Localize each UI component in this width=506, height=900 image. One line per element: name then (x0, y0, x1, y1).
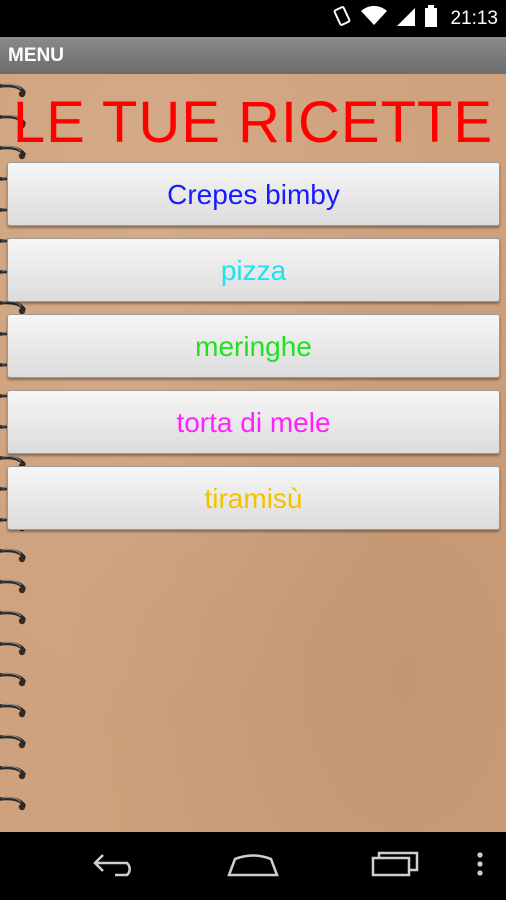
spiral-ring (0, 548, 26, 563)
spiral-ring (0, 641, 26, 656)
recipe-button-pizza[interactable]: pizza (7, 238, 500, 302)
battery-icon (424, 4, 438, 33)
recipe-button-crepes-bimby[interactable]: Crepes bimby (7, 162, 500, 226)
recipe-list: Crepes bimby pizza meringhe torta di mel… (7, 162, 500, 542)
signal-icon (396, 5, 416, 32)
spiral-ring (0, 672, 26, 687)
spiral-ring (0, 703, 26, 718)
spiral-ring (0, 796, 26, 811)
spiral-ring (0, 610, 26, 625)
status-time: 21:13 (450, 7, 498, 29)
recipe-button-tiramisu[interactable]: tiramisù (7, 466, 500, 530)
screen: 21:13 MENU LE TUE RICETTE Crepes bimby p… (0, 0, 506, 900)
action-bar: MENU (0, 37, 506, 75)
recipe-button-torta-di-mele[interactable]: torta di mele (7, 390, 500, 454)
spiral-ring (0, 579, 26, 594)
navigation-bar (0, 832, 506, 900)
overflow-menu-button[interactable] (466, 832, 494, 900)
status-bar: 21:13 (0, 0, 506, 37)
vibrate-icon (332, 5, 352, 32)
recent-apps-button[interactable] (364, 832, 428, 900)
notebook-background: LE TUE RICETTE Crepes bimby pizza mering… (0, 74, 506, 832)
status-icons: 21:13 (332, 0, 498, 37)
spiral-ring (0, 765, 26, 780)
recent-apps-icon (369, 849, 423, 884)
recipe-button-meringhe[interactable]: meringhe (7, 314, 500, 378)
back-icon (89, 849, 139, 884)
home-icon (225, 850, 281, 883)
action-bar-title[interactable]: MENU (8, 37, 64, 74)
page-title: LE TUE RICETTE (12, 90, 494, 155)
wifi-icon (360, 5, 388, 32)
home-button[interactable] (222, 832, 284, 900)
spiral-ring (0, 734, 26, 749)
back-button[interactable] (84, 832, 144, 900)
overflow-menu-icon (476, 851, 484, 882)
